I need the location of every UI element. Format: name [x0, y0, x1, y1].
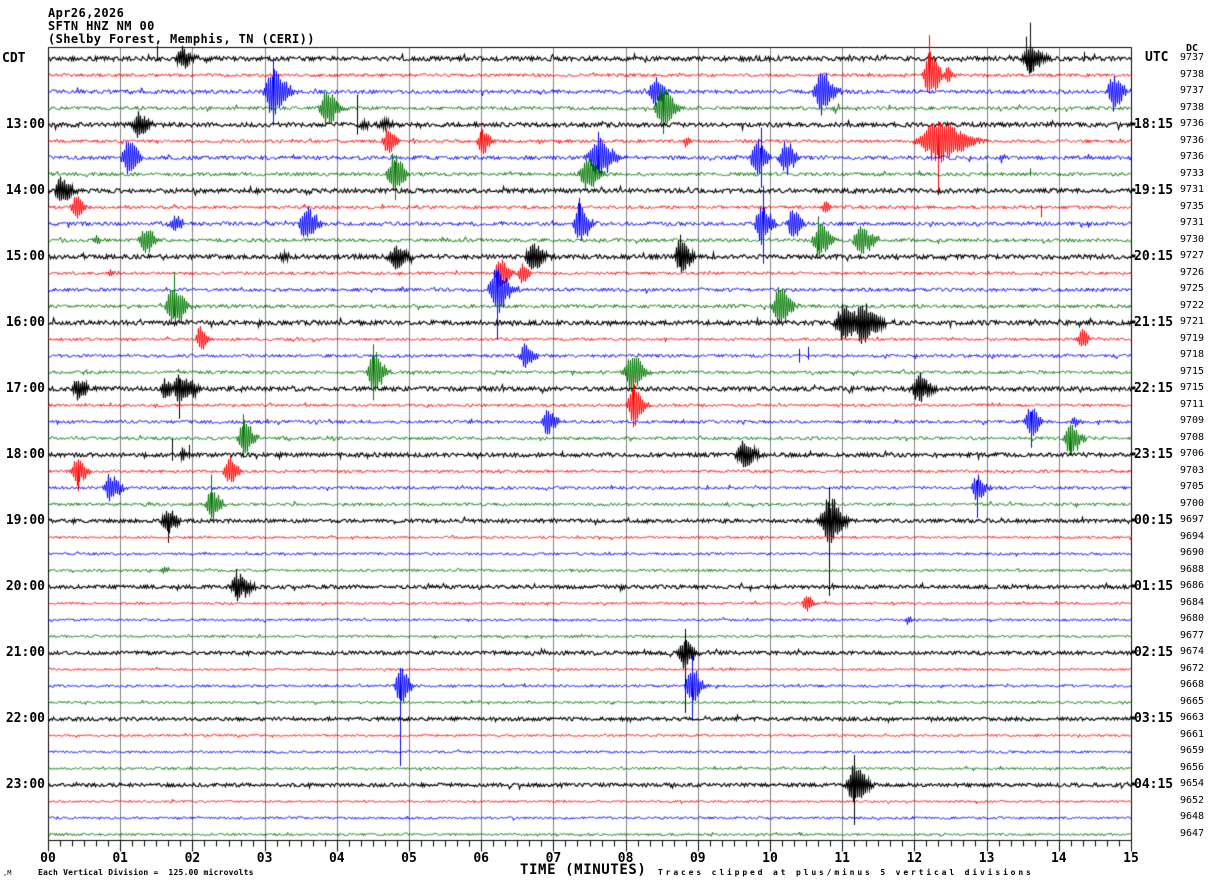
dc-value: 9672 — [1180, 662, 1205, 674]
left-hour-label: 17:00 — [5, 380, 45, 396]
dc-value: 9738 — [1180, 101, 1205, 113]
dc-value: 9654 — [1180, 778, 1205, 790]
dc-value: 9719 — [1180, 332, 1205, 344]
dc-value: 9736 — [1180, 151, 1205, 163]
dc-value: 9700 — [1180, 497, 1205, 509]
dc-value: 9726 — [1180, 266, 1205, 278]
x-axis-title: TIME (MINUTES) — [520, 862, 647, 878]
left-hour-label: 14:00 — [5, 182, 45, 198]
dc-value: 9709 — [1180, 415, 1205, 427]
dc-value: 9730 — [1180, 233, 1205, 245]
dc-value: 9731 — [1180, 217, 1205, 229]
corner-mark: ,M — [3, 869, 12, 877]
x-tick-label: 14 — [1050, 851, 1067, 866]
x-tick-label: 06 — [473, 851, 490, 866]
left-hour-label: 16:00 — [5, 314, 45, 330]
dc-value: 9674 — [1180, 646, 1205, 658]
dc-value: 9697 — [1180, 514, 1205, 526]
helicorder-page: Apr26,2026 SFTN HNZ NM 00 (Shelby Forest… — [0, 0, 1210, 886]
x-tick-label: 10 — [762, 851, 778, 866]
left-hour-label: 13:00 — [5, 116, 45, 132]
dc-value: 9680 — [1180, 613, 1205, 625]
dc-value: 9656 — [1180, 761, 1205, 773]
seismogram-canvas — [0, 0, 1210, 886]
dc-value: 9736 — [1180, 134, 1205, 146]
x-tick-label: 00 — [40, 851, 56, 866]
dc-value: 9677 — [1180, 629, 1205, 641]
dc-value: 9648 — [1180, 811, 1205, 823]
dc-value: 9737 — [1180, 85, 1205, 97]
dc-value: 9684 — [1180, 596, 1205, 608]
dc-value: 9725 — [1180, 283, 1205, 295]
scale-note: Each Vertical Division = 125.00 microvol… — [38, 868, 254, 877]
x-tick-label: 15 — [1123, 851, 1139, 866]
dc-value: 9738 — [1180, 68, 1205, 80]
x-tick-label: 05 — [401, 851, 417, 866]
left-hour-label: 23:00 — [5, 776, 45, 792]
dc-value: 9715 — [1180, 382, 1205, 394]
dc-value: 9665 — [1180, 695, 1205, 707]
x-tick-label: 01 — [112, 851, 129, 866]
dc-value: 9733 — [1180, 167, 1205, 179]
dc-value: 9722 — [1180, 299, 1205, 311]
right-timezone-header: UTC — [1145, 50, 1169, 65]
x-tick-label: 04 — [328, 851, 345, 866]
x-tick-label: 11 — [834, 851, 851, 866]
x-tick-label: 02 — [184, 851, 201, 866]
left-hour-label: 19:00 — [5, 512, 45, 528]
dc-value: 9668 — [1180, 679, 1205, 691]
dc-value: 9711 — [1180, 398, 1205, 410]
dc-value: 9705 — [1180, 481, 1205, 493]
left-hour-label: 22:00 — [5, 710, 45, 726]
x-tick-label: 12 — [906, 851, 923, 866]
dc-value: 9661 — [1180, 728, 1205, 740]
dc-value: 9647 — [1180, 827, 1205, 839]
dc-value: 9688 — [1180, 563, 1205, 575]
dc-value: 9659 — [1180, 745, 1205, 757]
dc-value: 9694 — [1180, 530, 1205, 542]
x-tick-label: 13 — [978, 851, 995, 866]
dc-value: 9718 — [1180, 349, 1205, 361]
dc-value: 9727 — [1180, 250, 1205, 262]
dc-value: 9652 — [1180, 794, 1205, 806]
clip-note: Traces clipped at plus/minus 5 vertical … — [658, 868, 1034, 877]
dc-value: 9735 — [1180, 200, 1205, 212]
left-hour-label: 15:00 — [5, 248, 45, 264]
dc-value: 9708 — [1180, 431, 1205, 443]
left-hour-label: 21:00 — [5, 644, 45, 660]
dc-value: 9721 — [1180, 316, 1205, 328]
dc-value: 9663 — [1180, 712, 1205, 724]
dc-value: 9731 — [1180, 184, 1205, 196]
x-tick-label: 03 — [256, 851, 273, 866]
left-hour-label: 18:00 — [5, 446, 45, 462]
dc-value: 9737 — [1180, 52, 1205, 64]
left-timezone-header: CDT — [2, 51, 26, 66]
dc-value: 9690 — [1180, 547, 1205, 559]
left-hour-label: 20:00 — [5, 578, 45, 594]
dc-value: 9703 — [1180, 464, 1205, 476]
dc-value: 9686 — [1180, 580, 1205, 592]
dc-value: 9736 — [1180, 118, 1205, 130]
x-tick-label: 09 — [689, 851, 706, 866]
dc-value: 9715 — [1180, 365, 1205, 377]
dc-value: 9706 — [1180, 448, 1205, 460]
title-location: (Shelby Forest, Memphis, TN (CERI)) — [48, 32, 315, 46]
